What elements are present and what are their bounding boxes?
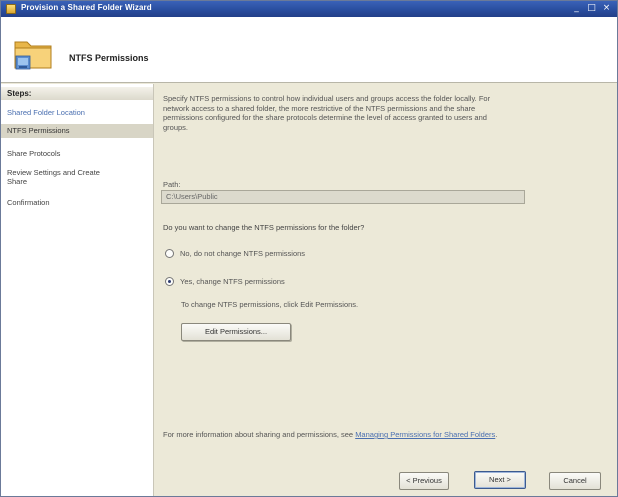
path-field: C:\Users\Public: [161, 190, 525, 204]
more-info-text: For more information about sharing and p…: [163, 430, 543, 439]
main-content: Specify NTFS permissions to control how …: [155, 84, 617, 496]
radio-yes-change-label: Yes, change NTFS permissions: [180, 276, 285, 286]
shared-folder-icon: [14, 41, 52, 70]
step-share-protocols: Share Protocols: [7, 149, 61, 158]
radio-button-selected[interactable]: [165, 276, 174, 286]
wizard-header: NTFS Permissions: [1, 17, 617, 83]
description-text: Specify NTFS permissions to control how …: [163, 94, 491, 132]
radio-yes-change[interactable]: Yes, change NTFS permissions: [165, 275, 285, 287]
wizard-app-icon: [6, 4, 16, 14]
edit-permissions-button[interactable]: Edit Permissions...: [181, 323, 291, 341]
page-heading: NTFS Permissions: [69, 53, 149, 63]
radio-button[interactable]: [165, 248, 174, 258]
change-permissions-question: Do you want to change the NTFS permissio…: [163, 223, 365, 232]
window-title: Provision a Shared Folder Wizard: [21, 3, 152, 12]
edit-hint-text: To change NTFS permissions, click Edit P…: [181, 300, 359, 309]
cancel-button[interactable]: Cancel: [549, 472, 601, 490]
step-review-settings: Review Settings and Create Share: [7, 168, 100, 186]
more-info-prefix: For more information about sharing and p…: [163, 430, 356, 439]
steps-title: Steps:: [1, 87, 153, 100]
step-ntfs-permissions: NTFS Permissions: [1, 124, 153, 138]
maximize-button[interactable]: □: [585, 3, 598, 14]
wizard-window: Provision a Shared Folder Wizard _ □ × N…: [0, 0, 618, 497]
close-button[interactable]: ×: [600, 3, 613, 14]
more-info-suffix: .: [495, 430, 498, 439]
radio-no-change-label: No, do not change NTFS permissions: [180, 248, 306, 258]
window-controls: _ □ ×: [570, 3, 613, 15]
minimize-button[interactable]: _: [570, 3, 583, 14]
next-button[interactable]: Next >: [474, 471, 526, 489]
step-shared-folder-location[interactable]: Shared Folder Location: [1, 108, 153, 117]
path-label: Path:: [163, 180, 181, 189]
radio-no-change[interactable]: No, do not change NTFS permissions: [165, 247, 305, 259]
steps-pane: Steps: Shared Folder Location NTFS Permi…: [1, 84, 154, 496]
title-bar[interactable]: Provision a Shared Folder Wizard _ □ ×: [1, 1, 617, 17]
step-confirmation: Confirmation: [7, 198, 50, 207]
previous-button[interactable]: < Previous: [399, 472, 449, 490]
managing-permissions-link[interactable]: Managing Permissions for Shared Folders: [355, 430, 495, 439]
